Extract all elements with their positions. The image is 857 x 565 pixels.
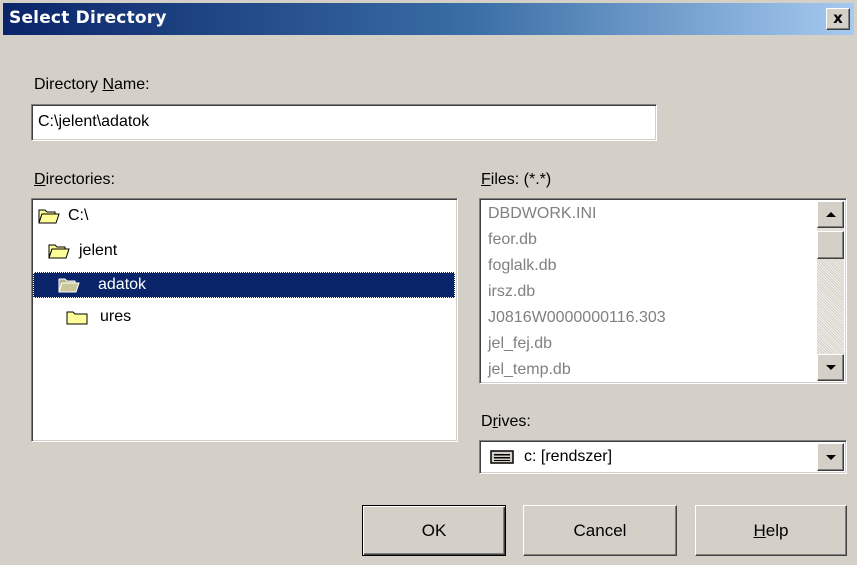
open-folder-icon: [58, 278, 80, 293]
files-label: Files: (*.*): [481, 171, 552, 188]
directory-name-label: Directory Name:: [34, 76, 150, 93]
chevron-down-icon: [826, 455, 836, 460]
drive-selected-value: c: [rendszer]: [524, 448, 613, 465]
directories-label: Directories:: [34, 171, 115, 188]
drives-label: Drives:: [481, 413, 531, 430]
directory-name-input[interactable]: C:\jelent\adatok: [31, 104, 657, 141]
scroll-down-button[interactable]: [817, 354, 844, 381]
window-title: Select Directory: [9, 8, 167, 28]
file-item[interactable]: feor.db: [488, 231, 537, 249]
drive-icon: [490, 450, 514, 464]
file-item[interactable]: DBDWORK.INI: [488, 205, 596, 223]
file-item[interactable]: jel_temp.db: [488, 361, 571, 379]
files-list[interactable]: DBDWORK.INI feor.db foglalk.db irsz.db J…: [479, 198, 847, 384]
scroll-up-button[interactable]: [817, 201, 844, 228]
folder-icon: [66, 311, 88, 325]
drives-select[interactable]: c: [rendszer]: [479, 440, 847, 474]
file-item[interactable]: foglalk.db: [488, 257, 557, 275]
directories-list[interactable]: [31, 198, 458, 442]
arrow-up-icon: [826, 212, 836, 217]
open-folder-icon: [48, 244, 70, 259]
file-item[interactable]: irsz.db: [488, 283, 535, 301]
help-button[interactable]: Help: [695, 505, 847, 556]
drives-dropdown-button[interactable]: [817, 443, 844, 471]
open-folder-icon: [38, 209, 60, 224]
file-item[interactable]: jel_fej.db: [488, 335, 552, 353]
dir-item-label: ures: [100, 308, 132, 325]
title-bar[interactable]: Select Directory x: [3, 3, 854, 35]
dir-item-label: C:\: [68, 207, 89, 224]
dir-item-label: jelent: [79, 242, 118, 259]
selected-row-highlight: [33, 272, 455, 298]
ok-button[interactable]: OK: [362, 505, 506, 556]
arrow-down-icon: [826, 365, 836, 370]
select-directory-dialog: Select Directory x Directory Name: C:\je…: [0, 0, 857, 565]
dir-item-label: adatok: [98, 276, 147, 293]
cancel-button[interactable]: Cancel: [523, 505, 677, 556]
close-button[interactable]: x: [826, 8, 850, 30]
files-scrollbar[interactable]: [817, 201, 844, 381]
file-item[interactable]: J0816W0000000116.303: [488, 309, 666, 327]
scroll-thumb[interactable]: [817, 231, 844, 259]
